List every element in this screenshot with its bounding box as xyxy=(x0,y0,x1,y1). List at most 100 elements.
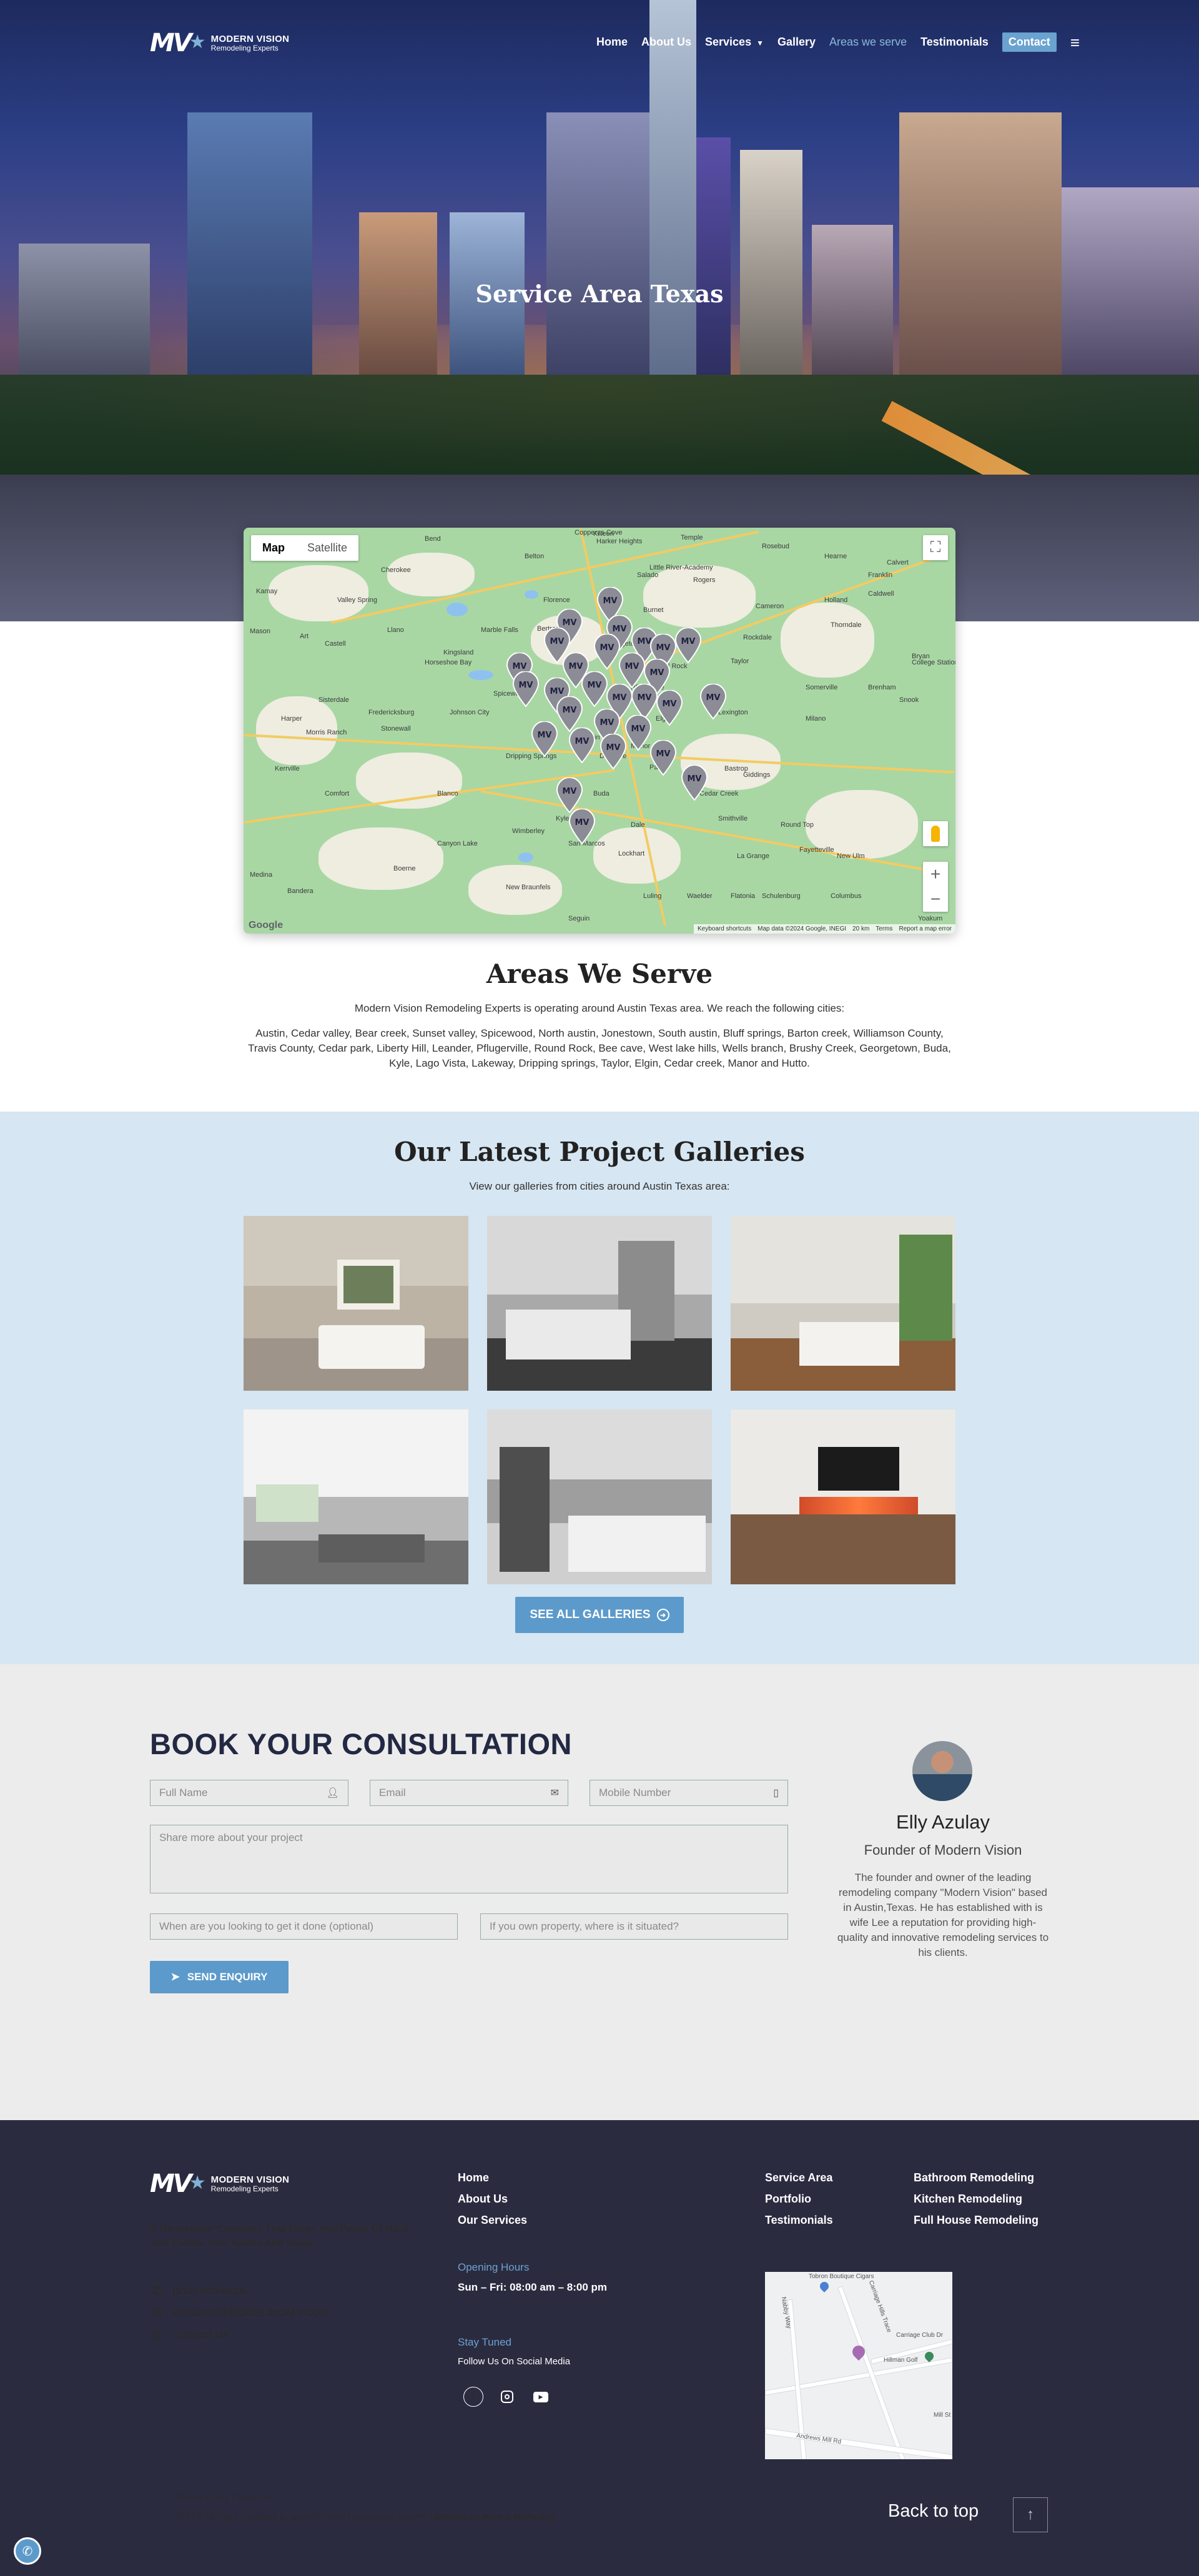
mobile-number-input[interactable]: Mobile Number ▯ xyxy=(590,1780,788,1806)
map-marker-icon[interactable]: MV xyxy=(674,628,702,664)
map-marker-icon[interactable]: MV xyxy=(593,634,621,670)
service-area-map[interactable]: Copperas Cove Killeen Harker Heights Temple… xyxy=(244,528,955,934)
footer-link-full-house-remodeling[interactable]: Full House Remodeling xyxy=(914,2214,1039,2227)
founder-name: Elly Azulay xyxy=(896,1811,990,1833)
report-map-error-link[interactable]: Report a map error xyxy=(899,925,952,932)
map-label: Mill St xyxy=(934,2412,951,2419)
map-marker-icon[interactable]: MV xyxy=(512,671,540,708)
map-lake xyxy=(468,670,493,680)
svg-text:MV: MV xyxy=(519,681,533,690)
map-town-label: Giddings xyxy=(743,771,771,779)
gallery-image-kitchen-3[interactable] xyxy=(244,1409,468,1584)
map-marker-icon[interactable]: MV xyxy=(681,765,708,801)
skyline-building xyxy=(649,0,696,375)
footer-link-kitchen-remodeling[interactable]: Kitchen Remodeling xyxy=(914,2193,1022,2206)
footer-contact-us[interactable]: ◎ Contact Us xyxy=(150,2328,229,2341)
svg-text:MV: MV xyxy=(688,774,702,784)
call-button[interactable]: ✆ xyxy=(14,2537,41,2565)
logo-tagline: Remodeling Experts xyxy=(210,2184,279,2193)
arrow-up-icon[interactable]: ↑ xyxy=(1013,2497,1048,2532)
footer-phone-text: (512) 905-5624 xyxy=(172,2284,245,2297)
hamburger-menu-icon[interactable]: ≡ xyxy=(1070,34,1080,51)
youtube-icon[interactable]: ▶ xyxy=(531,2387,551,2407)
zoom-out-button[interactable]: − xyxy=(923,887,948,912)
back-to-top-label[interactable]: Back to top xyxy=(888,2501,979,2522)
footer-link-our-services[interactable]: Our Services xyxy=(458,2214,527,2227)
map-marker-icon[interactable]: MV xyxy=(600,734,627,770)
footer-email[interactable]: ✉ HOME@REMODELINGMV.COM xyxy=(150,2306,329,2319)
nav-testimonials[interactable]: Testimonials xyxy=(920,36,989,49)
map-marker-icon[interactable]: MV xyxy=(649,740,677,776)
footer-phone[interactable]: ✆ (512) 905-5624 xyxy=(150,2284,245,2297)
map-marker-icon[interactable]: MV xyxy=(568,809,596,845)
facebook-icon[interactable]: f xyxy=(463,2387,483,2407)
map-town-label: Fredericksburg xyxy=(368,709,415,716)
map-type-control: Map Satellite xyxy=(251,535,359,561)
footer-link-home[interactable]: Home xyxy=(458,2171,489,2184)
email-input[interactable]: Email ✉ xyxy=(370,1780,568,1806)
chevron-down-icon: ▼ xyxy=(756,39,764,47)
keyboard-shortcuts-link[interactable]: Keyboard shortcuts xyxy=(698,925,751,932)
logo-name: MODERN VISION xyxy=(210,2174,290,2185)
svg-text:MV: MV xyxy=(563,787,577,796)
founder-role: Founder of Modern Vision xyxy=(864,1842,1022,1858)
map-town-label: Killeen xyxy=(593,530,614,538)
footer-link-about-us[interactable]: About Us xyxy=(458,2193,508,2206)
footer-link-bathroom-remodeling[interactable]: Bathroom Remodeling xyxy=(914,2171,1034,2184)
map-town-label: Salado xyxy=(637,571,659,579)
svg-text:MV: MV xyxy=(550,637,565,646)
credit-link[interactable]: Website by Mentor Marketing xyxy=(433,2512,555,2522)
nav-gallery[interactable]: Gallery xyxy=(777,36,816,49)
map-marker-icon[interactable]: MV xyxy=(699,684,727,720)
timeline-input[interactable]: When are you looking to get it done (opt… xyxy=(150,1913,458,1940)
map-town-label: Morris Ranch xyxy=(306,729,347,736)
map-town-label: Kerrville xyxy=(275,765,300,772)
privacy-policy-link[interactable]: Privacy Policy xyxy=(175,2492,229,2502)
footer-link-testimonials[interactable]: Testimonials xyxy=(765,2214,833,2227)
map-tab-map[interactable]: Map xyxy=(251,535,296,561)
map-terms-link[interactable]: Terms xyxy=(876,925,892,932)
gallery-image-kitchen-4[interactable] xyxy=(487,1409,712,1584)
map-street xyxy=(765,2428,952,2459)
map-marker-icon[interactable]: MV xyxy=(568,728,596,764)
gallery-image-living-room[interactable] xyxy=(731,1409,955,1584)
nav-contact-button[interactable]: Contact xyxy=(1002,32,1057,52)
fullscreen-icon[interactable]: ⛶ xyxy=(923,535,948,560)
nav-areas-we-serve[interactable]: Areas we serve xyxy=(829,36,907,49)
footer-about-link[interactable]: About Us xyxy=(236,2492,272,2502)
map-marker-icon[interactable]: MV xyxy=(531,721,558,758)
site-logo[interactable]: MV ★ MODERN VISION Remodeling Experts xyxy=(150,29,289,57)
gallery-image-kitchen-2[interactable] xyxy=(731,1216,955,1391)
footer-location-map[interactable]: Tobron Boutique Cigars Carriage Club Dr … xyxy=(765,2272,952,2459)
arrow-circle-right-icon: ➜ xyxy=(656,1609,669,1621)
footer-logo[interactable]: MV ★ MODERN VISION Remodeling Experts xyxy=(150,2169,289,2198)
map-marker-icon[interactable]: MV xyxy=(656,690,683,726)
whatsapp-icon: ◎ xyxy=(152,2328,162,2341)
see-all-galleries-button[interactable]: SEE ALL GALLERIES ➜ xyxy=(515,1597,684,1633)
nav-services[interactable]: Services ▼ xyxy=(705,36,764,49)
svg-text:MV: MV xyxy=(650,668,664,678)
nav-about-us[interactable]: About Us xyxy=(641,36,691,49)
gallery-image-kitchen-1[interactable] xyxy=(487,1216,712,1391)
map-town-label: Cherokee xyxy=(381,566,411,574)
logo-mark: MV xyxy=(150,29,192,57)
project-description-textarea[interactable]: Share more about your project xyxy=(150,1825,788,1893)
map-tab-satellite[interactable]: Satellite xyxy=(296,535,358,561)
zoom-in-button[interactable]: + xyxy=(923,862,948,887)
full-name-input[interactable]: Full Name 👤︎ xyxy=(150,1780,348,1806)
map-town-label: Castell xyxy=(325,640,346,648)
map-town-label: Comfort xyxy=(325,790,350,797)
street-view-pegman-icon[interactable] xyxy=(923,821,948,846)
nav-home[interactable]: Home xyxy=(596,36,628,49)
send-enquiry-button[interactable]: ➤ SEND ENQUIRY xyxy=(150,1961,289,1993)
mobile-phone-icon: ▯ xyxy=(773,1788,779,1799)
footer-link-portfolio[interactable]: Portfolio xyxy=(765,2193,811,2206)
instagram-icon[interactable] xyxy=(497,2387,517,2407)
footer-link-service-area[interactable]: Service Area xyxy=(765,2171,832,2184)
property-location-input[interactable]: If you own property, where is it situate… xyxy=(480,1913,788,1940)
map-marker-icon[interactable]: MV xyxy=(581,671,608,708)
map-marker-icon[interactable]: MV xyxy=(624,715,652,751)
gallery-image-bathroom[interactable] xyxy=(244,1216,468,1391)
map-town-label: Buda xyxy=(593,790,609,797)
svg-text:MV: MV xyxy=(575,737,590,746)
